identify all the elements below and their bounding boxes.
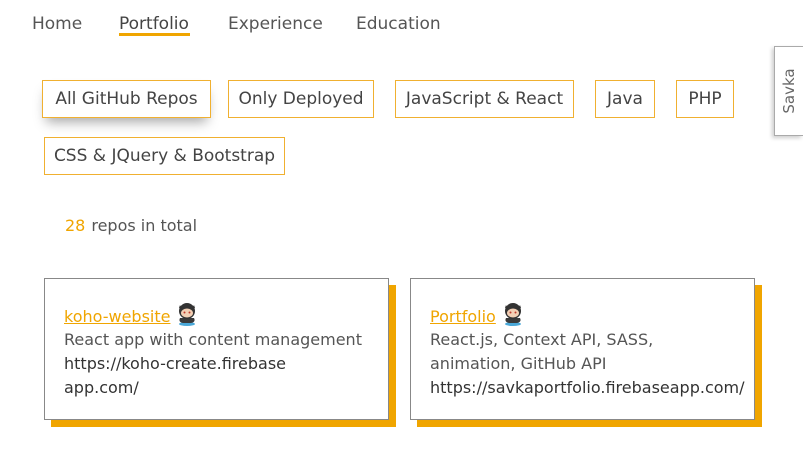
repo-count: 28 repos in total	[65, 216, 197, 235]
repo-link-portfolio[interactable]: Portfolio	[430, 307, 496, 326]
repo-url[interactable]: https://koho-create.firebaseapp.com/	[64, 352, 294, 400]
repo-url[interactable]: https://savkaportfolio.firebaseapp.com/	[430, 376, 754, 400]
side-tab-label: Savka	[780, 68, 798, 114]
side-name-tab[interactable]: Savka	[774, 46, 803, 136]
repo-link-koho-website[interactable]: koho-website	[64, 307, 170, 326]
repo-card: koho-website React app with content mana…	[44, 278, 389, 420]
repo-count-text: repos in total	[91, 216, 198, 235]
github-octocat-icon[interactable]	[176, 300, 198, 326]
active-nav-underline	[119, 33, 190, 36]
github-octocat-icon[interactable]	[502, 300, 524, 326]
filter-css-jquery-bootstrap[interactable]: CSS & JQuery & Bootstrap	[44, 137, 285, 175]
nav-education[interactable]: Education	[356, 14, 441, 34]
repo-description: React.js, Context API, SASS, animation, …	[430, 330, 654, 373]
nav-home[interactable]: Home	[32, 14, 82, 34]
nav-experience[interactable]: Experience	[228, 14, 323, 34]
filter-only-deployed[interactable]: Only Deployed	[228, 80, 374, 118]
filter-javascript-react[interactable]: JavaScript & React	[395, 80, 574, 118]
filter-all-github-repos[interactable]: All GitHub Repos	[42, 80, 211, 118]
filter-java[interactable]: Java	[595, 80, 655, 118]
repo-card: Portfolio React.js, Context API, SASS, a…	[410, 278, 755, 420]
repo-description: React app with content management	[64, 330, 362, 349]
repo-count-number: 28	[65, 216, 86, 235]
filter-php[interactable]: PHP	[676, 80, 734, 118]
nav-portfolio[interactable]: Portfolio	[119, 14, 189, 34]
